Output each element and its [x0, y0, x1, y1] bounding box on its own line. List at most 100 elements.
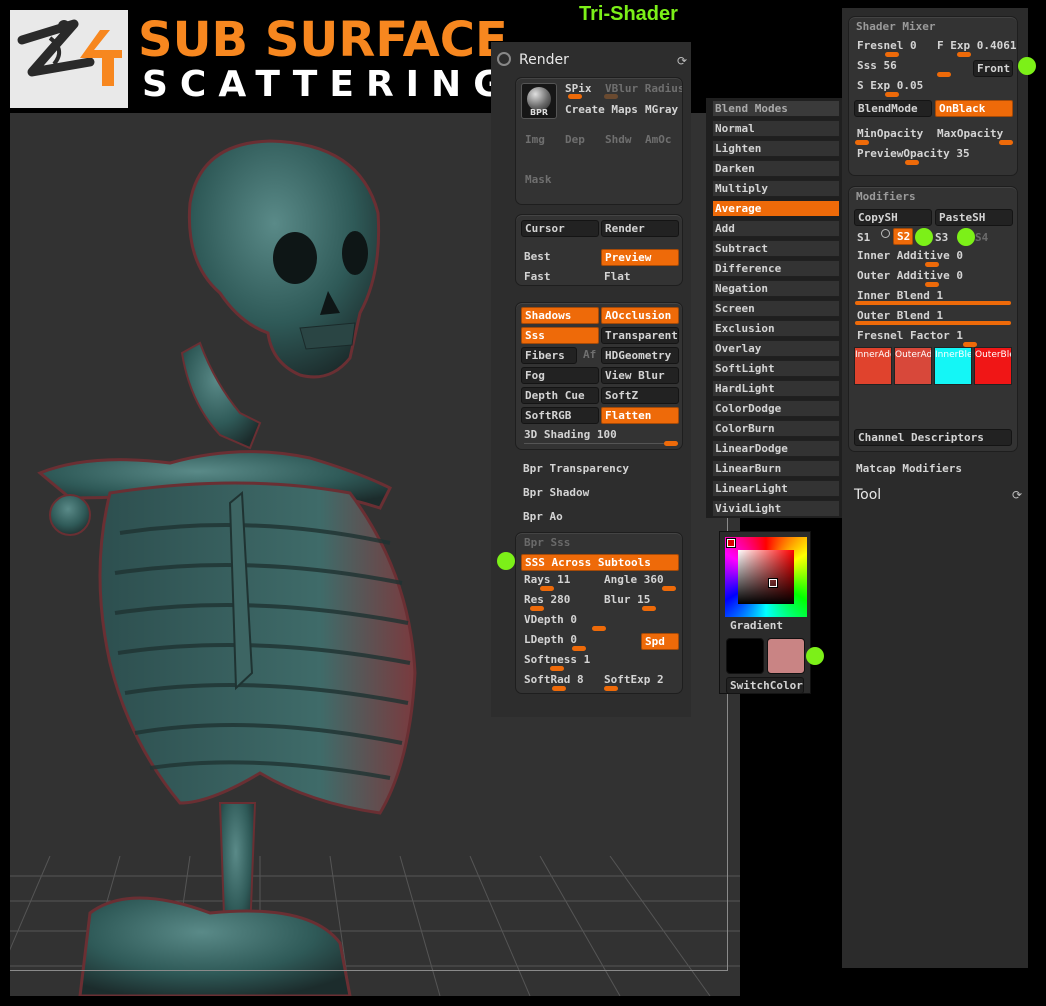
ldepth-slider[interactable]: LDepth 0	[524, 633, 577, 647]
blend-mode-softlight[interactable]: SoftLight	[712, 360, 840, 377]
create-maps-button[interactable]: Create Maps	[562, 102, 642, 119]
s1-radio[interactable]: S1	[857, 231, 870, 245]
blend-mode-darken[interactable]: Darken	[712, 160, 840, 177]
view-blur-toggle[interactable]: View Blur	[601, 367, 679, 384]
shader-mixer-title[interactable]: Shader Mixer	[856, 20, 935, 33]
3d-shading-slider[interactable]: 3D Shading 100	[524, 428, 617, 442]
inner-blend-bar[interactable]	[855, 301, 1011, 305]
dep-button[interactable]: Dep	[562, 132, 602, 149]
s-exp-slider[interactable]: S Exp 0.05	[857, 79, 923, 93]
outer-additive-slider[interactable]: Outer Additive 0	[857, 269, 963, 283]
transparent-toggle[interactable]: Transparent	[601, 327, 679, 344]
spd-toggle[interactable]: Spd	[641, 633, 679, 650]
blend-mode-difference[interactable]: Difference	[712, 260, 840, 277]
fast-button[interactable]: Fast	[521, 269, 599, 286]
blend-mode-average[interactable]: Average	[712, 200, 840, 217]
matcap-modifiers-menu[interactable]: Matcap Modifiers	[856, 462, 962, 476]
gear-icon[interactable]	[497, 52, 511, 66]
vdepth-slider[interactable]: VDepth 0	[524, 613, 577, 627]
blend-mode-lighten[interactable]: Lighten	[712, 140, 840, 157]
s3-radio[interactable]: S3	[935, 231, 948, 245]
blend-mode-add[interactable]: Add	[712, 220, 840, 237]
sss-toggle[interactable]: Sss	[521, 327, 599, 344]
blend-mode-lineardodge[interactable]: LinearDodge	[712, 440, 840, 457]
rays-slider[interactable]: Rays 11	[524, 573, 570, 587]
copy-sh-button[interactable]: CopySH	[854, 209, 932, 226]
shdw-button[interactable]: Shdw	[602, 132, 642, 149]
cursor-button[interactable]: Cursor	[521, 220, 599, 237]
fog-toggle[interactable]: Fog	[521, 367, 599, 384]
blend-mode-exclusion[interactable]: Exclusion	[712, 320, 840, 337]
blend-mode-screen[interactable]: Screen	[712, 300, 840, 317]
blend-mode-colorburn[interactable]: ColorBurn	[712, 420, 840, 437]
blend-mode-multiply[interactable]: Multiply	[712, 180, 840, 197]
modifier-swatch-outerble[interactable]: OuterBle	[974, 347, 1012, 385]
softness-knob[interactable]	[550, 666, 564, 671]
outer-blend-bar[interactable]	[855, 321, 1011, 325]
softrad-slider[interactable]: SoftRad 8	[524, 673, 584, 687]
spix-knob[interactable]	[568, 94, 582, 99]
softness-slider[interactable]: Softness 1	[524, 653, 590, 667]
paste-sh-button[interactable]: PasteSH	[935, 209, 1013, 226]
hdgeometry-toggle[interactable]: HDGeometry	[601, 347, 679, 364]
rays-knob[interactable]	[540, 586, 554, 591]
bpr-transparency-menu[interactable]: Bpr Transparency	[523, 462, 629, 476]
preview-opacity-knob[interactable]	[905, 160, 919, 165]
ldepth-knob[interactable]	[572, 646, 586, 651]
color-cursor[interactable]	[768, 578, 778, 588]
blur-slider[interactable]: Blur 15	[604, 593, 650, 607]
blur-knob[interactable]	[642, 606, 656, 611]
bpr-render-button[interactable]: BPR	[521, 83, 557, 119]
secondary-color-swatch[interactable]	[767, 638, 805, 674]
inner-additive-slider[interactable]: Inner Additive 0	[857, 249, 963, 263]
refresh-icon[interactable]: ⟳	[1012, 488, 1022, 502]
angle-knob[interactable]	[662, 586, 676, 591]
softz-toggle[interactable]: SoftZ	[601, 387, 679, 404]
vblur-knob[interactable]	[604, 94, 618, 99]
softexp-slider[interactable]: SoftExp 2	[604, 673, 664, 687]
blend-mode-hardlight[interactable]: HardLight	[712, 380, 840, 397]
blend-mode-overlay[interactable]: Overlay	[712, 340, 840, 357]
flatten-toggle[interactable]: Flatten	[601, 407, 679, 424]
blend-mode-linearlight[interactable]: LinearLight	[712, 480, 840, 497]
s-exp-knob[interactable]	[885, 92, 899, 97]
vdepth-knob[interactable]	[592, 626, 606, 631]
mgray-button[interactable]: MGray	[642, 102, 682, 119]
preview-opacity-slider[interactable]: PreviewOpacity 35	[857, 147, 970, 161]
angle-slider[interactable]: Angle 360	[604, 573, 664, 587]
depth-cue-toggle[interactable]: Depth Cue	[521, 387, 599, 404]
tool-menu[interactable]: Tool	[854, 487, 881, 503]
mask-button[interactable]: Mask	[522, 172, 562, 189]
shadows-toggle[interactable]: Shadows	[521, 307, 599, 324]
on-black-button[interactable]: OnBlack	[935, 100, 1013, 117]
s1-radio-indicator[interactable]	[881, 229, 890, 238]
outer-additive-knob[interactable]	[925, 282, 939, 287]
main-color-swatch[interactable]	[726, 638, 764, 674]
flat-button[interactable]: Flat	[601, 269, 679, 286]
blend-mode-negation[interactable]: Negation	[712, 280, 840, 297]
modifier-swatch-innerble[interactable]: InnerBle	[934, 347, 972, 385]
switch-color-button[interactable]: SwitchColor	[726, 677, 804, 694]
bpr-sss-title[interactable]: Bpr Sss	[524, 536, 570, 550]
aocclusion-toggle[interactable]: AOcclusion	[601, 307, 679, 324]
blend-mode-linearburn[interactable]: LinearBurn	[712, 460, 840, 477]
f-exp-knob[interactable]	[957, 52, 971, 57]
softrad-knob[interactable]	[552, 686, 566, 691]
bpr-ao-menu[interactable]: Bpr Ao	[523, 510, 563, 524]
res-knob[interactable]	[530, 606, 544, 611]
softrgb-toggle[interactable]: SoftRGB	[521, 407, 599, 424]
blend-mode-subtract[interactable]: Subtract	[712, 240, 840, 257]
min-opacity-knob[interactable]	[855, 140, 869, 145]
modifier-swatch-inneradd[interactable]: InnerAdd	[854, 347, 892, 385]
sss-slider[interactable]: Sss 56	[857, 59, 897, 73]
f-exp-slider[interactable]: F Exp 0.4061	[937, 39, 1016, 53]
saturation-square[interactable]	[738, 550, 794, 604]
bpr-shadow-menu[interactable]: Bpr Shadow	[523, 486, 589, 500]
amoc-button[interactable]: AmOc	[642, 132, 682, 149]
af-toggle[interactable]: Af	[580, 347, 600, 364]
blend-mode-button[interactable]: BlendMode	[854, 100, 932, 117]
min-opacity-slider[interactable]: MinOpacity	[857, 127, 923, 141]
blend-mode-vividlight[interactable]: VividLight	[712, 500, 840, 517]
modifier-swatch-outeradd[interactable]: OuterAdd	[894, 347, 932, 385]
inner-additive-knob[interactable]	[925, 262, 939, 267]
